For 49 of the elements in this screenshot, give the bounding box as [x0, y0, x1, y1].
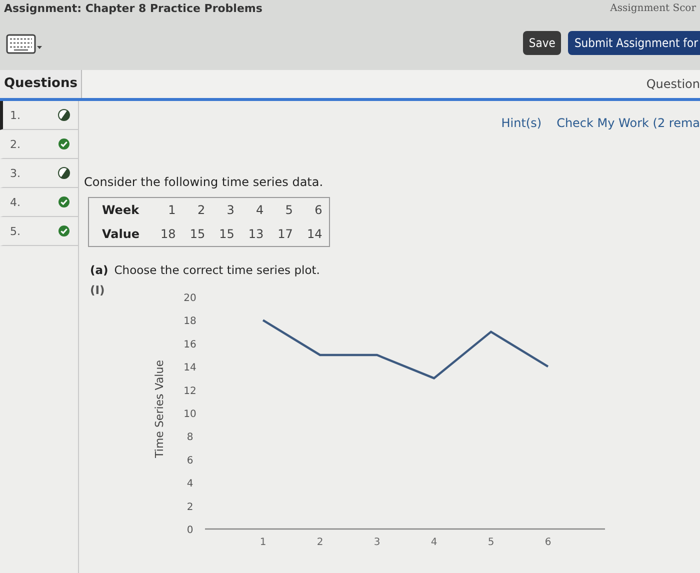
x-tick-label: 4 — [430, 537, 438, 548]
hints-link[interactable]: Hint(s) — [501, 116, 542, 135]
part-question: Choose the correct time series plot. — [114, 263, 320, 277]
y-tick-label: 10 — [184, 409, 196, 420]
y-tick-label: 6 — [186, 455, 194, 466]
assignment-title: Assignment: Chapter 8 Practice Problems — [4, 2, 262, 14]
question-prompt: Consider the following time series data. — [84, 175, 324, 189]
y-tick-label: 2 — [186, 502, 194, 513]
row-header: Value — [101, 226, 141, 243]
table-cell-text: 5 — [284, 202, 294, 219]
part-label: (a) — [90, 263, 108, 277]
table-cell-text: 1 — [167, 202, 177, 219]
y-axis-label: Time Series Value — [153, 360, 166, 458]
check-my-work-link[interactable]: Check My Work (2 rema — [556, 116, 700, 135]
x-tick-label: 2 — [316, 537, 324, 548]
assignment-score-label: Assignment Scor — [610, 2, 696, 14]
x-tick-label: 3 — [374, 537, 380, 548]
question-item[interactable]: 1. — [0, 101, 78, 130]
x-tick-label: 5 — [488, 537, 494, 548]
option-label: (I) — [90, 283, 106, 297]
x-tick-label: 1 — [260, 537, 266, 548]
y-tick-label: 20 — [184, 293, 196, 304]
save-button[interactable]: Save — [522, 31, 562, 55]
y-tick-label: 8 — [186, 432, 194, 444]
question-heading: Question — [646, 77, 700, 91]
table-cell-text: 13 — [247, 226, 265, 243]
question-item[interactable]: 3. — [0, 159, 78, 188]
table-cell-text: 6 — [314, 202, 324, 219]
questions-heading: Questions — [0, 70, 82, 98]
question-item[interactable]: 4. — [0, 188, 78, 217]
table-cell-text: 18 — [160, 226, 177, 243]
y-tick-label: 4 — [186, 478, 194, 490]
table-cell-text: 3 — [226, 202, 236, 219]
table-cell-text: 15 — [188, 226, 206, 243]
table-cell-text: 17 — [276, 226, 294, 243]
y-tick-label: 16 — [184, 339, 196, 350]
x-tick-label: 6 — [544, 537, 552, 548]
table-cell-text: 14 — [306, 226, 324, 243]
table-cell-text: 4 — [255, 202, 265, 219]
y-tick-label: 12 — [184, 386, 196, 397]
submit-button[interactable]: Submit Assignment for — [568, 31, 700, 55]
y-tick-label: 0 — [186, 525, 194, 536]
row-header: Week — [101, 202, 140, 219]
table-cell-text: 2 — [196, 202, 206, 219]
question-item[interactable]: 5. — [0, 217, 78, 246]
y-tick-label: 14 — [184, 362, 196, 374]
y-tick-label: 18 — [184, 316, 196, 328]
question-item[interactable]: 2. — [0, 130, 78, 159]
table-cell-text: 15 — [218, 226, 236, 243]
